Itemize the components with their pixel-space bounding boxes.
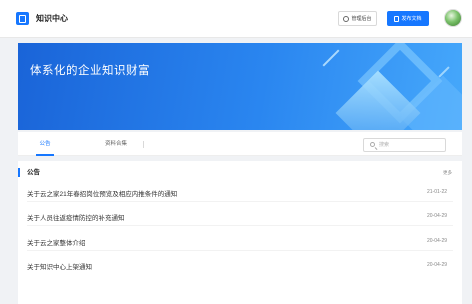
publish-document-label: 发布文档 (401, 16, 422, 22)
user-avatar[interactable] (444, 9, 462, 27)
publish-document-button[interactable]: 发布文档 (387, 11, 429, 26)
announcement-title[interactable]: 关于云之家21年春招岗位预览及相应内推条件的通知 (27, 188, 177, 198)
announcement-date: 20-04-29 (427, 262, 448, 268)
hero-banner: 体系化的企业知识财富 (18, 43, 462, 130)
admin-console-label: 管理后台 (351, 16, 372, 22)
tab-announcements[interactable]: 公告 (36, 132, 54, 156)
tab-document-collections[interactable]: 资料合集 (100, 132, 132, 156)
document-icon (394, 15, 400, 22)
announcement-date: 20-04-29 (427, 238, 448, 244)
knowledge-center-logo-icon (16, 12, 29, 25)
announcement-title[interactable]: 关于人员往返疫情防控的补充通知 (27, 212, 125, 222)
announcement-date: 20-04-29 (427, 213, 448, 219)
tab-divider (143, 141, 144, 148)
announcement-title[interactable]: 关于知识中心上架通知 (27, 261, 92, 271)
top-bar: 知识中心 管理后台 发布文档 (0, 0, 472, 38)
list-item[interactable]: 关于人员往返疫情防控的补充通知 20-04-29 (18, 206, 462, 226)
section-marker (18, 168, 20, 177)
search-icon (370, 142, 375, 147)
row-divider (27, 250, 453, 251)
row-divider (27, 225, 453, 226)
row-divider (27, 201, 453, 202)
announcements-panel: 公告 更多 关于云之家21年春招岗位预览及相应内推条件的通知 21-01-22 … (18, 161, 462, 304)
settings-icon (343, 15, 350, 22)
search-input[interactable] (379, 140, 443, 150)
list-item[interactable]: 关于知识中心上架通知 20-04-29 (18, 255, 462, 275)
banner-decoration (322, 49, 340, 67)
tab-bar: 公告 资料合集 (18, 132, 462, 156)
banner-title: 体系化的企业知识财富 (30, 65, 150, 77)
admin-console-button[interactable]: 管理后台 (338, 11, 377, 26)
list-item[interactable]: 关于云之家整体介绍 20-04-29 (18, 231, 462, 251)
app-title: 知识中心 (36, 14, 68, 23)
announcement-date: 21-01-22 (427, 189, 448, 195)
list-item[interactable]: 关于云之家21年春招岗位预览及相应内推条件的通知 21-01-22 (18, 182, 462, 202)
search-box[interactable] (363, 138, 446, 152)
announcements-title: 公告 (27, 169, 40, 176)
announcement-title[interactable]: 关于云之家整体介绍 (27, 237, 86, 247)
more-link[interactable]: 更多 (443, 170, 452, 176)
